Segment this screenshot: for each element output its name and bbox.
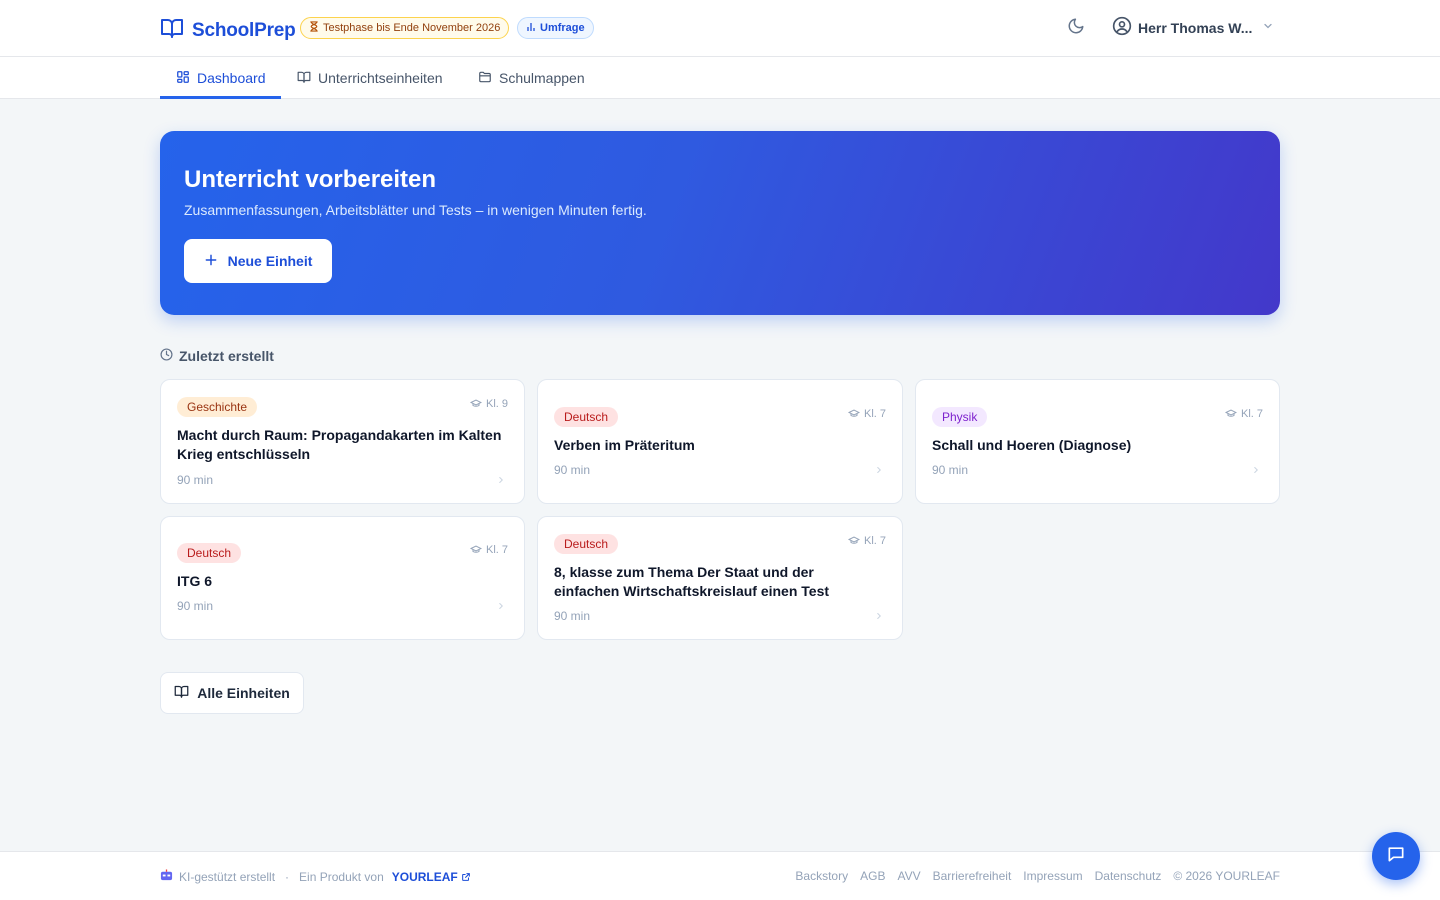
- ai-note: KI-gestützt erstellt: [179, 870, 276, 884]
- graduation-cap-icon: [847, 409, 860, 417]
- footer-link-barrierefreiheit[interactable]: Barrierefreiheit: [933, 869, 1012, 883]
- chevron-right-icon: [874, 609, 884, 627]
- tab-label: Dashboard: [197, 70, 266, 86]
- recent-heading: Zuletzt erstellt: [160, 348, 274, 364]
- book-open-icon: [160, 16, 184, 45]
- subject-badge: Physik: [932, 407, 988, 427]
- folder-icon: [478, 70, 492, 87]
- tab-unterrichtseinheiten[interactable]: Unterrichtseinheiten: [297, 57, 443, 99]
- chevron-down-icon: [1262, 19, 1274, 37]
- graduation-cap-icon: [469, 399, 482, 407]
- plus-icon: [204, 253, 218, 270]
- grade-text: Kl. 7: [863, 535, 886, 547]
- grade-label: Kl. 7: [847, 408, 886, 420]
- footer: KI-gestützt erstellt · Ein Produkt von Y…: [0, 851, 1440, 900]
- unit-title: Verben im Präteritum: [554, 437, 695, 453]
- book-open-icon: [174, 684, 189, 702]
- external-link-icon: [461, 873, 470, 881]
- top-bar: SchoolPrep Testphase bis Ende November 2…: [0, 0, 1440, 57]
- unit-card[interactable]: Deutsch Kl. 7 ITG 6 90 min: [160, 516, 525, 640]
- grade-label: Kl. 7: [469, 544, 508, 556]
- grid-icon: [176, 70, 190, 87]
- user-menu[interactable]: Herr Thomas W...: [1112, 16, 1274, 40]
- trial-badge: Testphase bis Ende November 2026: [300, 17, 510, 39]
- unit-card[interactable]: Geschichte Kl. 9 Macht durch Raum: Propa…: [160, 379, 525, 504]
- unit-title: Schall und Hoeren (Diagnose): [932, 437, 1132, 453]
- footer-link-avv[interactable]: AVV: [897, 869, 920, 883]
- chevron-right-icon: [496, 473, 506, 491]
- subject-badge: Deutsch: [177, 543, 242, 563]
- tab-schulmappen[interactable]: Schulmappen: [478, 57, 585, 99]
- grade-text: Kl. 9: [485, 398, 508, 410]
- survey-button[interactable]: Umfrage: [517, 17, 594, 39]
- graduation-cap-icon: [847, 536, 860, 544]
- separator: ·: [285, 870, 290, 884]
- chat-button[interactable]: [1372, 832, 1420, 880]
- unit-duration: 90 min: [932, 463, 969, 477]
- new-unit-label: Neue Einheit: [227, 253, 313, 269]
- chevron-right-icon: [1251, 463, 1261, 481]
- unit-title: ITG 6: [177, 573, 213, 589]
- product-of-label: Ein Produkt von: [299, 870, 384, 884]
- footer-link-datenschutz[interactable]: Datenschutz: [1095, 869, 1162, 883]
- hourglass-icon: [309, 21, 319, 35]
- grade-text: Kl. 7: [1240, 408, 1263, 420]
- tab-dashboard[interactable]: Dashboard: [176, 57, 266, 99]
- bar-chart-icon: [526, 22, 536, 35]
- book-open-icon: [297, 70, 311, 87]
- unit-card[interactable]: Deutsch Kl. 7 Verben im Präteritum 90 mi…: [537, 379, 903, 504]
- all-units-label: Alle Einheiten: [197, 685, 290, 701]
- moon-icon: [1067, 17, 1085, 40]
- unit-title: Macht durch Raum: Propagandakarten im Ka…: [177, 427, 502, 462]
- hero-banner: Unterricht vorbereiten Zusammenfassungen…: [160, 131, 1280, 315]
- grade-label: Kl. 7: [1224, 408, 1263, 420]
- robot-icon: [160, 869, 173, 885]
- unit-duration: 90 min: [177, 599, 214, 613]
- grade-text: Kl. 7: [485, 544, 508, 556]
- company-name: YOURLEAF: [391, 870, 458, 884]
- unit-title: 8, klasse zum Thema Der Staat und der ei…: [554, 564, 830, 599]
- brand-logo[interactable]: SchoolPrep: [160, 16, 296, 45]
- subject-badge: Geschichte: [177, 397, 258, 417]
- footer-links: Backstory AGB AVV Barrierefreiheit Impre…: [795, 869, 1280, 883]
- clock-icon: [160, 348, 173, 364]
- brand-name: SchoolPrep: [192, 19, 296, 41]
- new-unit-button[interactable]: Neue Einheit: [184, 239, 332, 283]
- chat-bubble-icon: [1386, 844, 1406, 869]
- tab-label: Schulmappen: [499, 70, 585, 86]
- unit-duration: 90 min: [177, 473, 214, 487]
- footer-link-impressum[interactable]: Impressum: [1023, 869, 1082, 883]
- copyright: © 2026 YOURLEAF: [1173, 869, 1280, 883]
- chevron-right-icon: [496, 599, 506, 617]
- active-tab-indicator: [160, 96, 281, 99]
- hero-subtitle: Zusammenfassungen, Arbeitsblätter und Te…: [184, 202, 647, 218]
- survey-label: Umfrage: [540, 22, 585, 34]
- unit-card[interactable]: Physik Kl. 7 Schall und Hoeren (Diagnose…: [915, 379, 1280, 504]
- graduation-cap-icon: [1224, 409, 1237, 417]
- recent-heading-label: Zuletzt erstellt: [179, 348, 274, 364]
- footer-credits: KI-gestützt erstellt · Ein Produkt von Y…: [160, 869, 471, 885]
- graduation-cap-icon: [469, 545, 482, 553]
- trial-badge-label: Testphase bis Ende November 2026: [323, 22, 501, 34]
- subject-badge: Deutsch: [554, 534, 619, 554]
- main-nav: Dashboard Unterrichtseinheiten Schulmapp…: [0, 57, 1440, 99]
- theme-toggle-button[interactable]: [1064, 16, 1088, 40]
- grade-text: Kl. 7: [863, 408, 886, 420]
- user-circle-icon: [1112, 16, 1132, 41]
- unit-duration: 90 min: [554, 463, 591, 477]
- company-link[interactable]: YOURLEAF: [392, 870, 471, 884]
- hero-title: Unterricht vorbereiten: [184, 166, 437, 193]
- user-name: Herr Thomas W...: [1138, 20, 1253, 36]
- all-units-button[interactable]: Alle Einheiten: [160, 672, 304, 714]
- footer-link-backstory[interactable]: Backstory: [795, 869, 848, 883]
- unit-duration: 90 min: [554, 609, 591, 623]
- chevron-right-icon: [874, 463, 884, 481]
- tab-label: Unterrichtseinheiten: [318, 70, 443, 86]
- subject-badge: Deutsch: [554, 407, 619, 427]
- grade-label: Kl. 9: [469, 398, 508, 410]
- unit-card[interactable]: Deutsch Kl. 7 8, klasse zum Thema Der St…: [537, 516, 903, 640]
- footer-link-agb[interactable]: AGB: [860, 869, 885, 883]
- grade-label: Kl. 7: [847, 535, 886, 547]
